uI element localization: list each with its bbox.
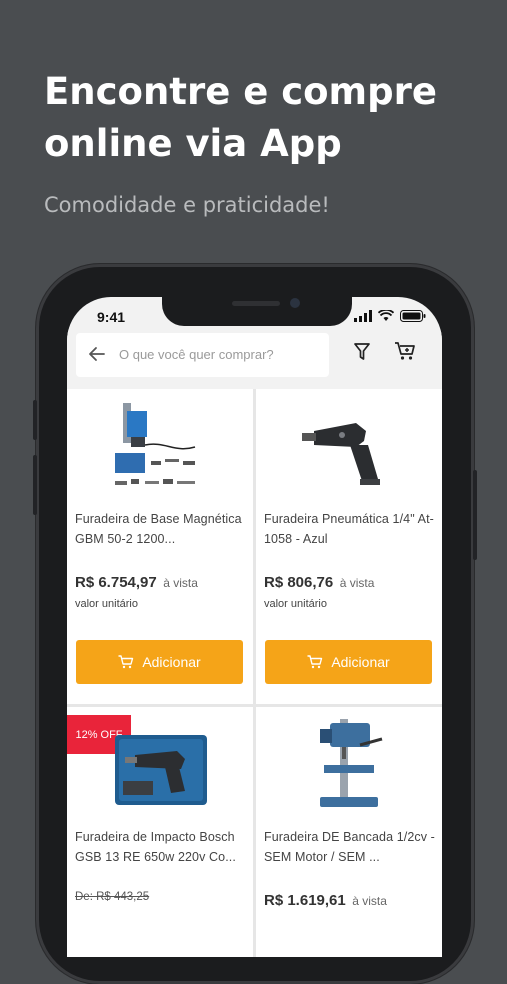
phone-screen: 9:41 O que você quer comprar? Furadeira … bbox=[67, 297, 442, 957]
promo-subheadline: Comodidade e praticidade! bbox=[44, 193, 330, 217]
filter-icon[interactable] bbox=[354, 343, 370, 361]
price-row: R$ 1.619,61 à vista bbox=[264, 892, 387, 910]
unit-label: valor unitário bbox=[75, 598, 138, 610]
price-suffix: à vista bbox=[352, 894, 387, 908]
cart-icon bbox=[307, 655, 323, 669]
product-name[interactable]: Furadeira de Base Magnética GBM 50-2 120… bbox=[75, 509, 247, 549]
battery-icon bbox=[400, 310, 426, 322]
phone-side-button bbox=[33, 400, 37, 440]
notch bbox=[162, 297, 352, 326]
add-to-cart-button[interactable]: Adicionar bbox=[265, 640, 432, 684]
price-suffix: à vista bbox=[339, 576, 375, 590]
add-button-label: Adicionar bbox=[142, 654, 201, 670]
price-row: R$ 6.754,97 à vista bbox=[75, 574, 198, 592]
product-card[interactable]: Furadeira DE Bancada 1/2cv - SEM Motor /… bbox=[256, 707, 442, 957]
promo-headline: Encontre e compre online via App bbox=[44, 70, 437, 165]
phone-side-button bbox=[33, 455, 37, 515]
product-name[interactable]: Furadeira Pneumática 1/4" At-1058 - Azul bbox=[264, 509, 436, 549]
toolbar: O que você quer comprar? bbox=[67, 329, 442, 387]
signal-icon bbox=[354, 310, 372, 322]
add-button-label: Adicionar bbox=[331, 654, 390, 670]
product-card[interactable]: Furadeira Pneumática 1/4" At-1058 - Azul… bbox=[256, 389, 442, 704]
product-name[interactable]: Furadeira DE Bancada 1/2cv - SEM Motor /… bbox=[264, 827, 436, 867]
product-image bbox=[115, 403, 196, 485]
price-suffix: à vista bbox=[163, 576, 198, 590]
add-to-cart-button[interactable]: Adicionar bbox=[76, 640, 243, 684]
product-name[interactable]: Furadeira de Impacto Bosch GSB 13 RE 650… bbox=[75, 827, 247, 867]
old-price: De: R$ 443,25 bbox=[75, 891, 150, 903]
product-image bbox=[320, 719, 383, 807]
product-image bbox=[302, 423, 380, 485]
wifi-icon bbox=[378, 310, 394, 321]
camera bbox=[290, 298, 300, 308]
product-card[interactable]: Furadeira de Base Magnética GBM 50-2 120… bbox=[67, 389, 253, 704]
cart-icon bbox=[118, 655, 134, 669]
search-input[interactable]: O que você quer comprar? bbox=[119, 347, 274, 362]
unit-label: valor unitário bbox=[264, 598, 327, 610]
search-bar[interactable]: O que você quer comprar? bbox=[76, 333, 329, 377]
product-grid: Furadeira de Base Magnética GBM 50-2 120… bbox=[67, 389, 442, 957]
status-icons bbox=[354, 310, 426, 322]
product-price: R$ 6.754,97 bbox=[75, 574, 157, 591]
product-image bbox=[115, 735, 207, 805]
product-price: R$ 806,76 bbox=[264, 574, 334, 591]
product-price: R$ 1.619,61 bbox=[264, 892, 346, 909]
speaker bbox=[232, 301, 280, 306]
price-row: R$ 806,76 à vista bbox=[264, 574, 374, 592]
arrow-left-icon[interactable] bbox=[88, 345, 106, 363]
product-card[interactable]: 12% OFF Furadeira de Impacto Bosch GSB 1… bbox=[67, 707, 253, 957]
status-time: 9:41 bbox=[97, 309, 126, 325]
cart-icon[interactable] bbox=[394, 341, 416, 361]
phone-side-button bbox=[473, 470, 477, 560]
